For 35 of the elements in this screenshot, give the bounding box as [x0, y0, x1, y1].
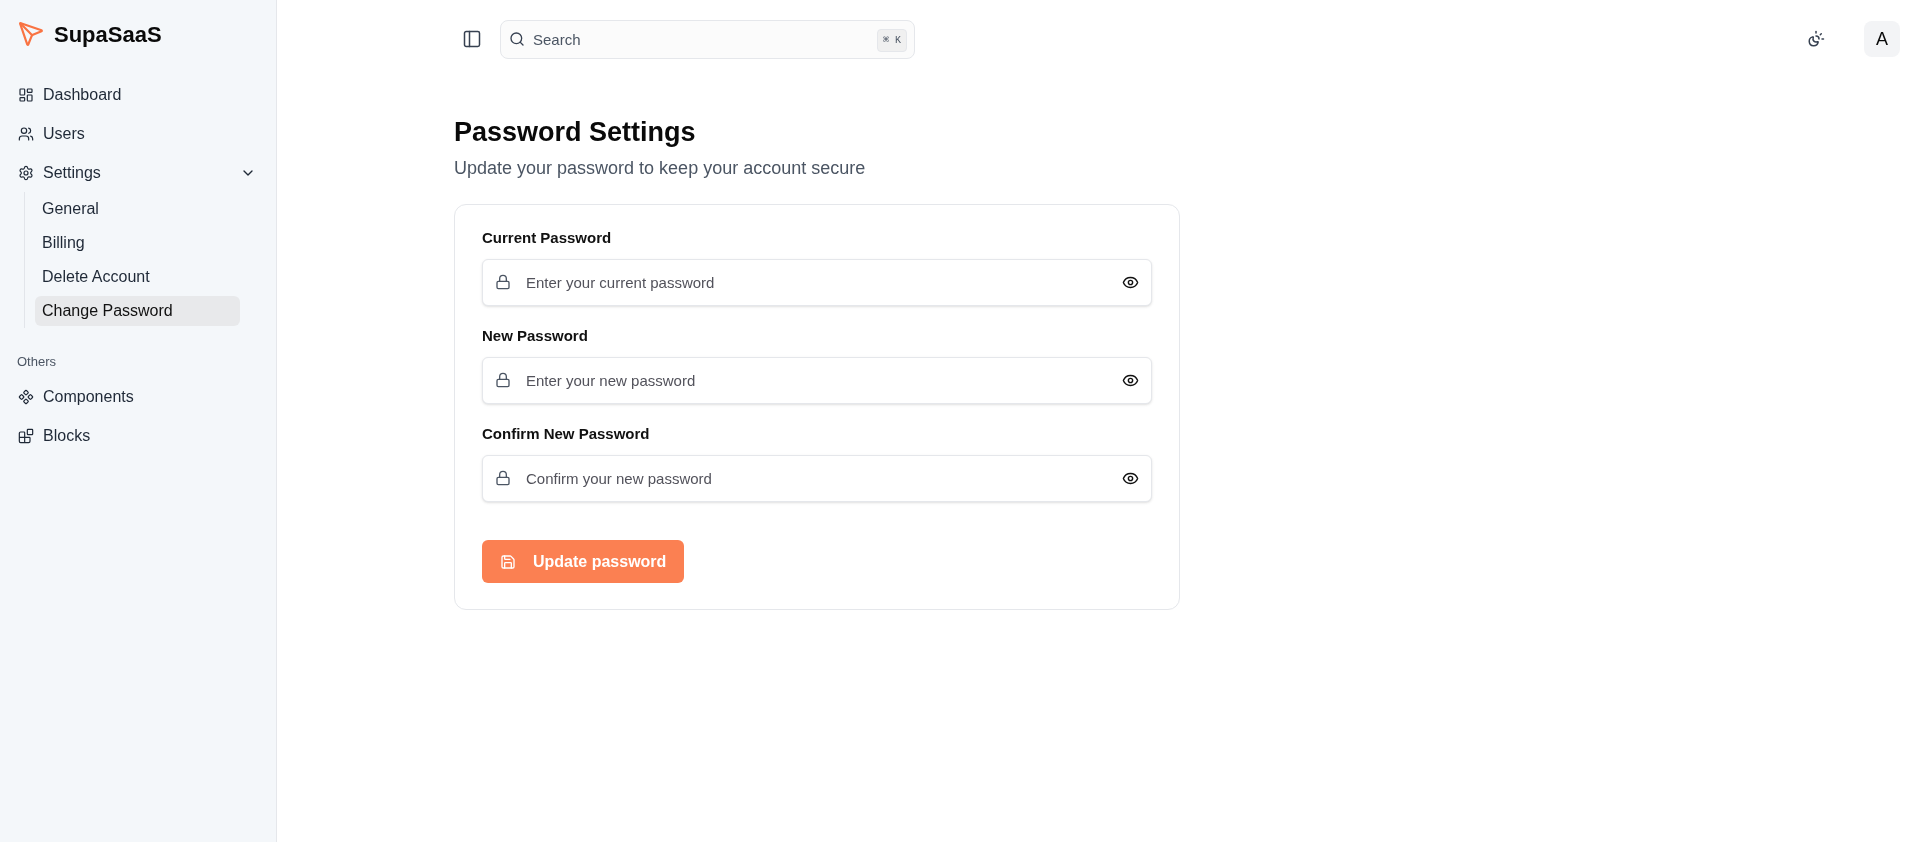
sidebar-item[interactable]: Users [16, 114, 260, 153]
navigation-arrow-icon [18, 21, 44, 47]
grid-icon [18, 86, 34, 103]
page-title: Password Settings [454, 116, 697, 149]
sidebar-item[interactable]: Blocks [16, 416, 260, 456]
avatar[interactable]: A [1864, 21, 1900, 57]
field-label: New Password [482, 327, 589, 345]
brand-name: SupaSaaS [54, 20, 162, 49]
eye-icon[interactable] [1122, 372, 1139, 389]
submenu-item[interactable]: Delete Account [35, 262, 240, 292]
lock-icon [495, 274, 511, 290]
lock-icon [495, 372, 511, 388]
eye-icon[interactable] [1122, 274, 1139, 291]
section-heading: Others [16, 353, 57, 371]
sidebar-item[interactable]: Settings [16, 153, 260, 192]
password-field[interactable]: Enter your new password [482, 357, 1152, 404]
save-icon [500, 553, 516, 570]
field-label: Confirm New Password [482, 425, 651, 443]
submenu-item[interactable]: Change Password [35, 296, 240, 326]
field-label: Current Password [482, 229, 613, 247]
users-icon [18, 125, 34, 142]
nodes-icon [18, 389, 34, 405]
password-field[interactable]: Enter your current password [482, 259, 1152, 306]
sidebar-item[interactable]: Dashboard [16, 75, 260, 114]
search-icon [509, 30, 525, 47]
page-subtitle: Update your password to keep your account secure [454, 157, 867, 180]
sidebar-item[interactable]: Components [16, 377, 260, 417]
settings-icon [18, 164, 34, 181]
submenu-item[interactable]: General [35, 194, 240, 224]
eye-icon[interactable] [1122, 470, 1139, 487]
blocks-icon [18, 428, 34, 444]
submenu-item[interactable]: Billing [35, 228, 240, 258]
lock-icon [495, 470, 511, 486]
password-field[interactable]: Confirm your new password [482, 455, 1152, 502]
theme-icon [1807, 30, 1825, 48]
